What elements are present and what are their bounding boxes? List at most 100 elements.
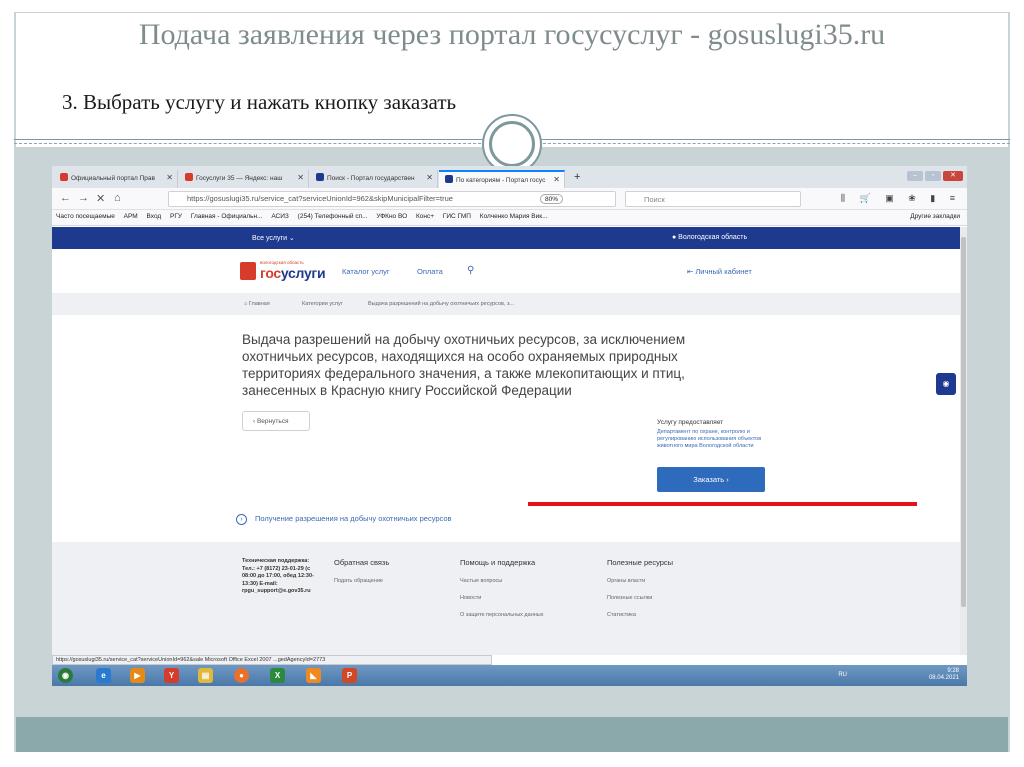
media-player-icon[interactable]: ▶ [130,668,145,683]
system-clock[interactable]: 9:28 08.04.2021 [929,668,959,682]
back-arrow-icon[interactable]: ← [60,192,71,204]
footer-link[interactable]: Полезные ссылки [607,595,652,601]
footer-link[interactable]: Статистика [607,612,636,618]
breadcrumb-categories[interactable]: Категории услуг [302,301,343,307]
red-underline-annotation [528,502,917,506]
other-bookmarks[interactable]: Другие закладки [910,213,960,220]
bookmark-item[interactable]: АРМ [124,213,138,220]
firefox-icon[interactable]: ● [234,668,249,683]
yandex-browser-icon[interactable]: Y [164,668,179,683]
all-services-menu[interactable]: Все услуги ⌄ [252,234,295,242]
tab-label: Официальный портал Прав [71,175,155,182]
breadcrumb-current: Выдача разрешений на добычу охотничьих р… [368,301,515,307]
tab-favicon [60,173,68,181]
frame-top-line [14,12,1010,13]
close-tab-icon[interactable]: ✕ [297,173,304,182]
stop-icon[interactable]: ✕ [96,192,105,205]
technical-support-info: Техническая поддержка: Тел.: +7 (8172) 2… [242,558,314,594]
region-selector[interactable]: ● Вологодская область [672,234,747,241]
portal-header: вологодская область госуслуги Каталог ус… [52,249,960,293]
bookmark-item[interactable]: Главная - Официальн... [191,213,263,220]
service-title: Выдача разрешений на добычу охотничьих р… [242,332,686,398]
bookmarks-bar: Часто посещаемые АРМ Вход РГУ Главная - … [52,210,967,226]
bookmark-item[interactable]: ГИС ГМП [443,213,471,220]
tab-categories[interactable]: По категориям - Портал госус ✕ [439,170,565,188]
bookmark-item[interactable]: АСИЗ [271,213,289,220]
bookmark-item[interactable]: Вход [147,213,162,220]
search-icon[interactable]: ⚲ [467,265,474,276]
subservice-link[interactable]: › Получение разрешения на добычу охотничь… [236,514,452,525]
window-controls: – ▫ ✕ [905,170,963,181]
tab-favicon [185,173,193,181]
file-explorer-icon[interactable]: ▤ [198,668,213,683]
forward-arrow-icon[interactable]: → [78,192,89,204]
tab-favicon [316,173,324,181]
tab-bar: Официальный портал Прав ✕ Госуслуги 35 — … [52,166,967,188]
toolbar-icons[interactable]: ⫼ 🛒 ▣ ❀ ▮ ≡ [841,193,961,204]
logo-text-gos: гос [260,265,281,281]
close-tab-icon[interactable]: ✕ [166,173,173,182]
chevron-right-icon: › [236,514,247,525]
logo-text-uslugi: услуги [280,265,326,281]
accessibility-eye-icon[interactable]: ◉ [936,373,956,395]
order-button[interactable]: Заказать › [657,467,765,492]
decorative-ring-inner [489,121,535,167]
footer-link[interactable]: Частые вопросы [460,578,502,584]
bookmark-item[interactable]: РГУ [170,213,182,220]
browser-search-input[interactable]: Поиск [625,191,801,207]
back-button[interactable]: ‹ Вернуться [242,411,310,431]
portal-top-strip: Все услуги ⌄ ● Вологодская область [52,227,960,249]
excel-icon[interactable]: X [270,668,285,683]
slide: Подача заявления через портал госусуслуг… [0,0,1024,767]
subservice-label: Получение разрешения на добычу охотничьи… [255,514,452,523]
minimize-button[interactable]: – [907,171,923,181]
footer-link[interactable]: Новости [460,595,481,601]
footer-link[interactable]: Подать обращение [334,578,383,584]
clock-time: 9:28 [947,668,959,674]
provider-label: Услугу предоставляет [657,419,724,426]
provider-link[interactable]: Департамент по охране, контролю и регули… [657,429,777,450]
tab-search-portal[interactable]: Поиск - Портал государствен ✕ [310,170,438,188]
bookmark-item[interactable]: Часто посещаемые [56,213,115,220]
status-bar-url: https://gosuslugi35.ru/service_cat?servi… [52,655,492,665]
bookmark-item[interactable]: УФКно ВО [376,213,407,220]
close-tab-icon[interactable]: ✕ [553,175,560,184]
slide-title: Подача заявления через портал госусуслуг… [138,18,886,51]
scrollbar-thumb[interactable] [961,237,966,607]
home-icon[interactable]: ⌂ [114,192,121,204]
clock-date: 08.04.2021 [928,675,959,681]
tab-label: Госуслуги 35 — Яндекс: наш [196,175,283,182]
bookmark-item[interactable]: (254) Телефонный сп... [298,213,368,220]
personal-cabinet-link[interactable]: ⇤ Личный кабинет [687,267,752,276]
bookmark-item[interactable]: Конс+ [416,213,434,220]
catalog-link[interactable]: Каталог услуг [342,267,390,276]
tab-gosuslugi-yandex[interactable]: Госуслуги 35 — Яндекс: наш ✕ [179,170,309,188]
frame-right-line [1008,12,1010,752]
start-button-icon[interactable]: ◉ [58,668,73,683]
language-indicator[interactable]: RU [838,672,847,678]
powerpoint-icon[interactable]: P [342,668,357,683]
new-tab-button[interactable]: + [568,168,588,186]
window-close-button[interactable]: ✕ [943,171,963,181]
windows-taskbar: ◉ e ▶ Y ▤ ● X ◣ P RU 9:28 08.04.2021 [52,665,967,686]
maximize-button[interactable]: ▫ [925,171,941,181]
bookmark-item[interactable]: Колченко Мария Вик... [480,213,548,220]
internet-explorer-icon[interactable]: e [96,668,111,683]
footer-link[interactable]: Органы власти [607,578,645,584]
tab-official-portal[interactable]: Официальный портал Прав ✕ [54,170,178,188]
tab-favicon [445,175,453,183]
close-tab-icon[interactable]: ✕ [426,173,433,182]
logo-text: госуслуги [260,265,326,281]
zoom-level[interactable]: 80% [540,194,564,204]
footer-link[interactable]: О защите персональных данных [460,612,543,618]
footer-col-resources-title: Полезные ресурсы [607,558,674,567]
gosuslugi-logo[interactable]: вологодская область госуслуги [240,260,336,282]
payment-link[interactable]: Оплата [417,267,443,276]
page-scrollbar[interactable] [960,227,967,655]
breadcrumb: ⌂ Главная Категории услуг Выдача разреше… [52,293,960,315]
bottom-band [16,717,1008,752]
portal-footer: Техническая поддержка: Тел.: +7 (8172) 2… [52,542,960,655]
app-icon[interactable]: ◣ [306,668,321,683]
footer-col-help-title: Помощь и поддержка [460,558,536,567]
breadcrumb-home[interactable]: ⌂ Главная [244,301,270,307]
